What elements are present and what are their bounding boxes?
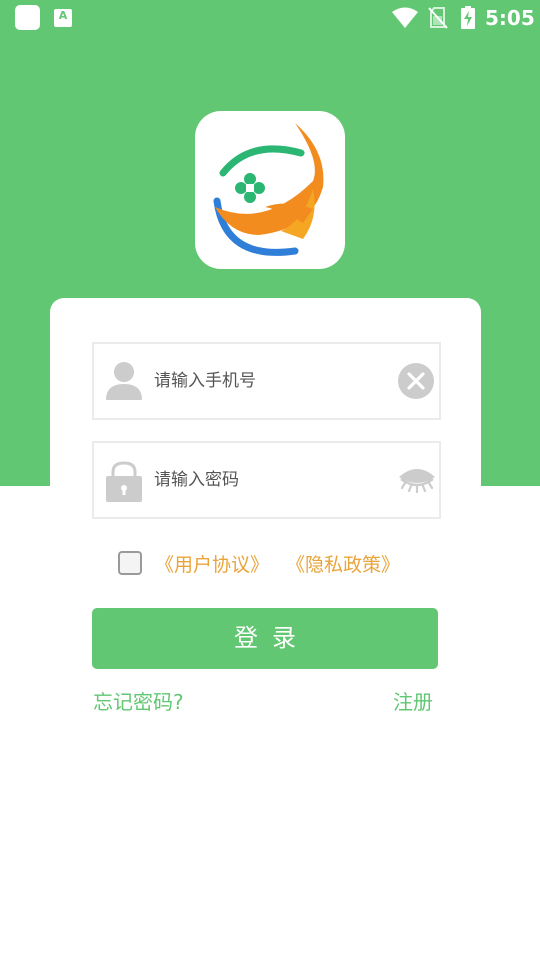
no-sim-icon — [428, 7, 448, 29]
forgot-password-link[interactable]: 忘记密码? — [93, 686, 184, 714]
app-logo — [195, 111, 345, 269]
clear-icon[interactable] — [397, 362, 435, 400]
status-bar: A 5:05 — [0, 0, 540, 36]
wifi-icon — [392, 7, 418, 28]
battery-charging-icon — [461, 6, 475, 29]
keyboard-a-icon: A — [54, 9, 72, 27]
login-button[interactable]: 登录 — [92, 608, 438, 669]
phone-field — [92, 342, 441, 420]
phone-input[interactable] — [154, 344, 384, 418]
user-agreement-link[interactable]: 《用户协议》 — [155, 550, 269, 576]
app-logo-icon — [213, 123, 324, 256]
password-input[interactable] — [154, 443, 384, 517]
privacy-policy-link[interactable]: 《隐私政策》 — [286, 550, 400, 576]
app-square-icon — [15, 5, 40, 30]
password-field — [92, 441, 441, 519]
lock-icon — [106, 461, 142, 502]
agreement-row: 《用户协议》 《隐私政策》 — [118, 550, 438, 576]
status-time: 5:05 — [485, 6, 535, 30]
user-icon — [106, 362, 142, 400]
eye-closed-icon[interactable] — [397, 463, 437, 499]
register-link[interactable]: 注册 — [393, 686, 433, 714]
agreement-checkbox[interactable] — [118, 551, 142, 575]
